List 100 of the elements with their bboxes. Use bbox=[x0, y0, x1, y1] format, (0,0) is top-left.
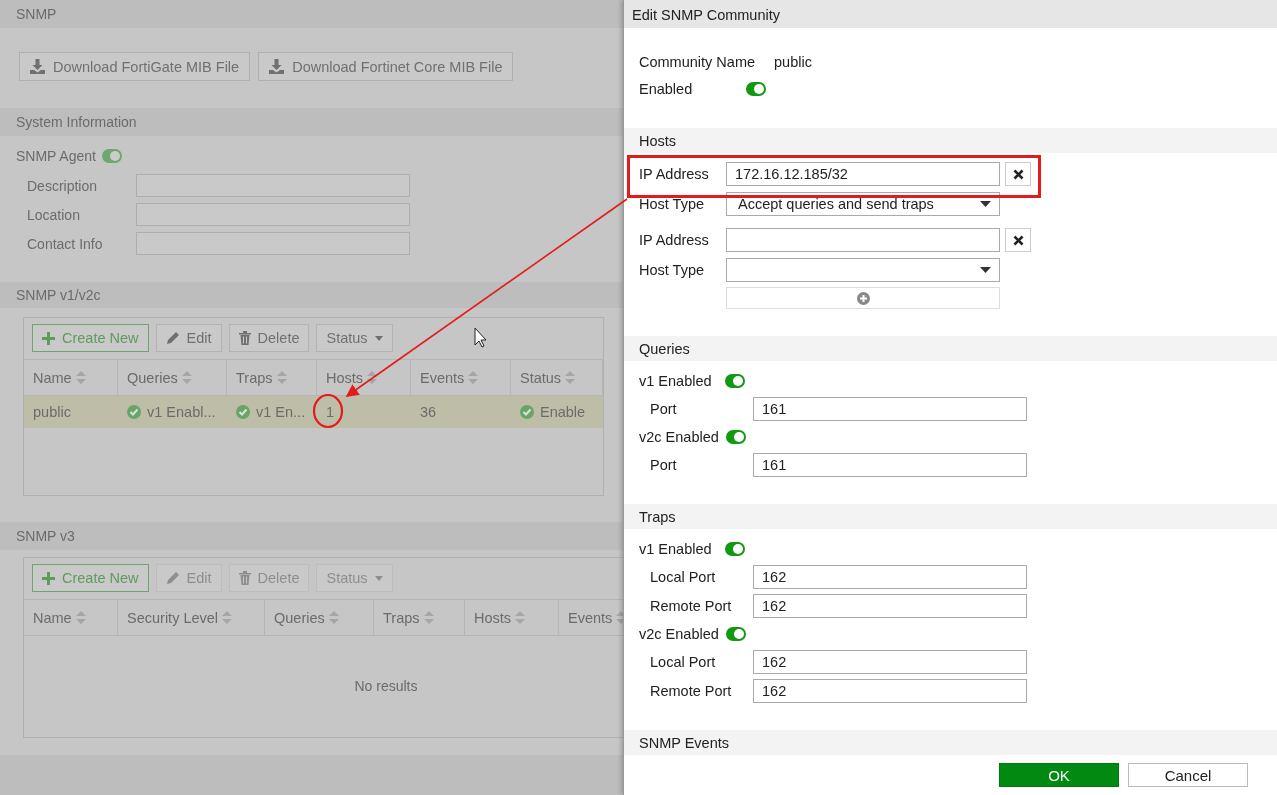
input-field[interactable]: 162 bbox=[753, 679, 1027, 703]
field-label: v2c Enabled bbox=[639, 428, 719, 445]
column-title: Security Level bbox=[127, 609, 219, 626]
table-cell: v1 Enabl... bbox=[147, 404, 216, 420]
close-icon bbox=[1012, 234, 1024, 246]
sort-icon bbox=[328, 611, 339, 624]
column-header[interactable]: Hosts bbox=[317, 360, 411, 395]
field-label: Port bbox=[650, 456, 678, 473]
field-value: public bbox=[774, 53, 812, 70]
sort-icon bbox=[515, 611, 526, 624]
section-header: SNMP v3 bbox=[0, 522, 623, 550]
edit-button[interactable]: Edit bbox=[155, 324, 222, 352]
dropdown-field[interactable]: Accept queries and send traps bbox=[726, 192, 1000, 217]
status-dropdown[interactable]: Status bbox=[316, 324, 393, 352]
column-header[interactable]: Traps bbox=[374, 600, 465, 635]
column-header[interactable]: Security Level bbox=[118, 600, 265, 635]
cursor-icon bbox=[474, 327, 487, 348]
column-title: Queries bbox=[274, 609, 325, 626]
field-label: IP Address bbox=[639, 166, 710, 183]
column-title: Traps bbox=[383, 609, 420, 626]
input-field[interactable] bbox=[136, 232, 410, 255]
field-label: Description bbox=[27, 177, 99, 194]
field-label: Host Type bbox=[639, 262, 706, 279]
plus-circle-icon bbox=[856, 291, 870, 305]
table-cell: 36 bbox=[420, 404, 437, 420]
input-field[interactable] bbox=[136, 203, 410, 226]
column-header[interactable]: Queries bbox=[265, 600, 374, 635]
column-header[interactable]: Name bbox=[24, 600, 118, 635]
input-field[interactable] bbox=[136, 174, 410, 197]
input-field[interactable]: 161 bbox=[753, 396, 1027, 421]
caret-icon bbox=[374, 575, 383, 581]
pencil-icon bbox=[165, 571, 180, 585]
field-label: SNMP Agent bbox=[16, 148, 96, 164]
sort-icon bbox=[276, 371, 287, 384]
column-header[interactable]: Name bbox=[24, 360, 118, 395]
sort-icon bbox=[565, 371, 576, 384]
field-label: v1 Enabled bbox=[639, 540, 713, 557]
download-button[interactable]: Download FortiGate MIB File bbox=[19, 52, 251, 81]
input-field[interactable] bbox=[726, 228, 1000, 253]
caret-icon bbox=[980, 201, 991, 208]
input-field[interactable]: 162 bbox=[753, 650, 1027, 674]
table-cell: v1 En... bbox=[256, 404, 306, 420]
table-row[interactable]: public v1 Enabl... v1 En... 1 36 Enable bbox=[24, 396, 603, 428]
input-field[interactable]: 162 bbox=[753, 593, 1027, 618]
section-header: SNMP bbox=[0, 0, 623, 28]
section-header: Traps bbox=[624, 503, 1277, 529]
input-field[interactable]: 162 bbox=[753, 564, 1027, 589]
download-icon bbox=[30, 59, 45, 74]
toggle-switch[interactable] bbox=[725, 373, 745, 388]
create-new-button[interactable]: Create New bbox=[32, 324, 149, 352]
cancel-button[interactable]: Cancel bbox=[1128, 763, 1248, 787]
highlight-circle bbox=[312, 393, 344, 429]
table-cell: 1 bbox=[326, 404, 335, 420]
field-label: Local Port bbox=[650, 654, 717, 670]
close-icon bbox=[1012, 168, 1024, 180]
sort-icon bbox=[75, 371, 86, 384]
sort-icon bbox=[181, 371, 192, 384]
remove-button[interactable] bbox=[1005, 162, 1031, 187]
create-new-button[interactable]: Create New bbox=[32, 564, 149, 592]
field-label: Community Name bbox=[639, 53, 757, 70]
pencil-icon bbox=[165, 331, 180, 345]
input-field[interactable]: 172.16.12.185/32 bbox=[726, 162, 1000, 187]
column-title: Name bbox=[33, 609, 72, 626]
column-title: Events bbox=[568, 609, 613, 626]
toggle-switch[interactable] bbox=[101, 149, 122, 163]
download-button[interactable]: Download Fortinet Core MIB File bbox=[258, 52, 514, 81]
plus-icon bbox=[42, 571, 55, 585]
section-header: Hosts bbox=[624, 128, 1277, 154]
column-header[interactable]: Traps bbox=[227, 360, 317, 395]
trash-icon bbox=[238, 571, 251, 585]
toggle-switch[interactable] bbox=[725, 541, 745, 556]
toggle-switch[interactable] bbox=[725, 626, 746, 641]
toggle-switch[interactable] bbox=[725, 429, 746, 444]
field-label: v1 Enabled bbox=[639, 372, 713, 389]
column-header[interactable]: Queries bbox=[118, 360, 227, 395]
field-label: Host Type bbox=[639, 196, 706, 213]
field-label: Port bbox=[650, 400, 678, 417]
toggle-switch[interactable] bbox=[746, 81, 766, 96]
field-label: Local Port bbox=[650, 568, 717, 585]
column-title: Hosts bbox=[326, 369, 364, 386]
column-header[interactable]: Events bbox=[411, 360, 511, 395]
column-title: Queries bbox=[127, 369, 178, 386]
table-cell: Enable bbox=[540, 404, 586, 420]
section-header: System Information bbox=[0, 108, 623, 136]
delete-button[interactable]: Delete bbox=[228, 324, 310, 352]
column-header[interactable]: Hosts bbox=[465, 600, 559, 635]
field-label: Remote Port bbox=[650, 683, 733, 699]
sort-icon bbox=[367, 371, 378, 384]
dropdown-field[interactable] bbox=[726, 258, 1000, 283]
ok-button[interactable]: OK bbox=[999, 763, 1119, 787]
remove-button[interactable] bbox=[1005, 228, 1031, 253]
section-header: SNMP Events bbox=[624, 730, 1277, 755]
field-label: Remote Port bbox=[650, 597, 733, 614]
column-header[interactable]: Status bbox=[511, 360, 603, 395]
panel-title: Edit SNMP Community bbox=[624, 0, 1277, 28]
field-label: Location bbox=[27, 206, 81, 223]
input-field[interactable]: 161 bbox=[753, 452, 1027, 477]
sort-icon bbox=[423, 611, 434, 624]
section-header: Queries bbox=[624, 335, 1277, 361]
plus-icon bbox=[42, 331, 55, 345]
